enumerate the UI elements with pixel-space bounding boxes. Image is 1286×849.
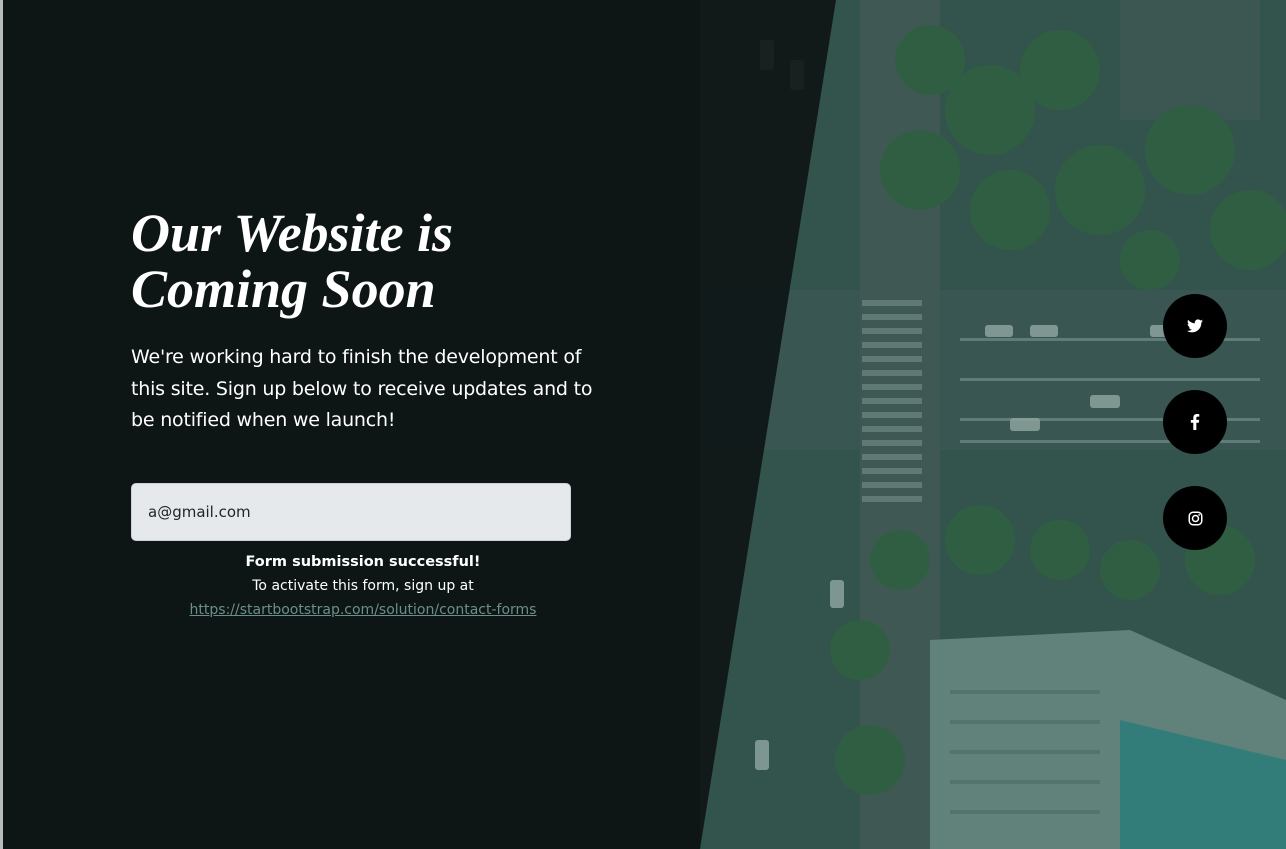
instagram-button[interactable] bbox=[1163, 486, 1227, 550]
page-title: Our Website is Coming Soon bbox=[131, 205, 601, 317]
form-feedback: Form submission successful! To activate … bbox=[131, 550, 595, 622]
email-input[interactable] bbox=[131, 483, 571, 541]
left-edge-border bbox=[0, 0, 3, 849]
page-title-line-1: Our Website is bbox=[131, 203, 454, 263]
twitter-button[interactable] bbox=[1163, 294, 1227, 358]
activate-text: To activate this form, sign up at bbox=[252, 578, 474, 594]
instagram-icon bbox=[1188, 511, 1203, 526]
hero-content: Our Website is Coming Soon We're working… bbox=[131, 205, 601, 437]
page-title-line-2: Coming Soon bbox=[131, 259, 436, 319]
activate-link[interactable]: https://startbootstrap.com/solution/cont… bbox=[190, 602, 537, 618]
twitter-icon bbox=[1187, 319, 1203, 333]
lead-paragraph: We're working hard to finish the develop… bbox=[131, 346, 593, 431]
facebook-button[interactable] bbox=[1163, 390, 1227, 454]
success-message: Form submission successful! bbox=[245, 554, 481, 570]
facebook-icon bbox=[1190, 414, 1200, 430]
